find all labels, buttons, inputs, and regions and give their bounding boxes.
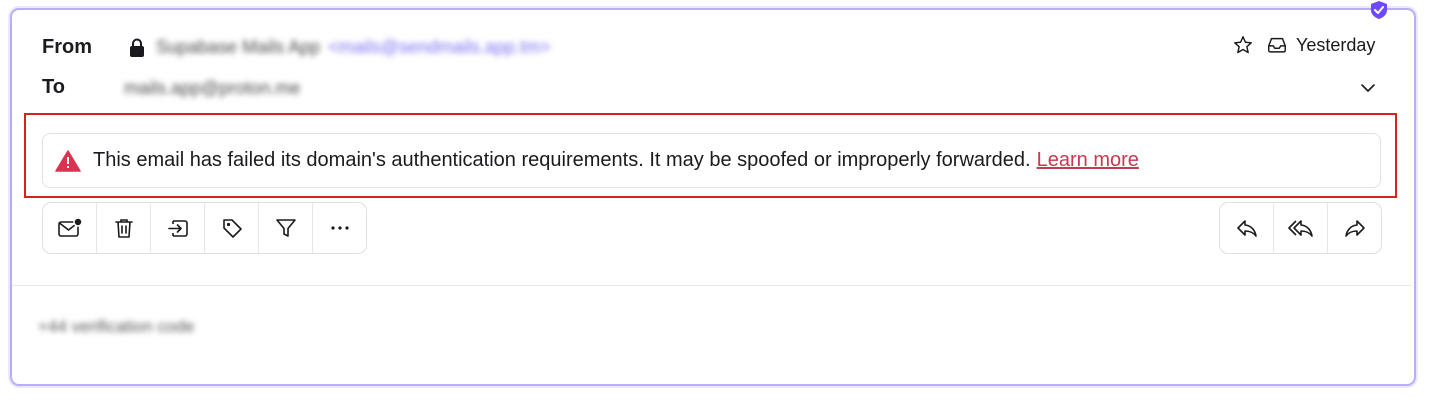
warning-message: This email has failed its domain's authe… — [93, 149, 1031, 171]
mark-unread-button[interactable] — [43, 203, 97, 253]
warning-icon — [55, 149, 81, 172]
learn-more-link[interactable]: Learn more — [1037, 149, 1139, 172]
to-label: To — [42, 76, 65, 98]
sender[interactable]: Supabase Mails App <mails@sendmails.app.… — [128, 37, 550, 58]
filter-icon — [275, 217, 297, 239]
reply-all-button[interactable] — [1274, 203, 1328, 253]
trash-icon — [113, 217, 135, 239]
spoof-warning-banner: This email has failed its domain's authe… — [42, 133, 1381, 188]
forward-icon — [1343, 217, 1367, 239]
move-to-icon — [166, 217, 190, 239]
more-icon — [329, 217, 351, 239]
header-divider — [12, 285, 1412, 286]
to-row: To — [42, 76, 65, 99]
header-actions: Yesterday — [1232, 34, 1375, 56]
message-date: Yesterday — [1296, 34, 1376, 55]
trash-button[interactable] — [97, 203, 151, 253]
label-tag-icon — [221, 217, 243, 239]
inbox-icon — [1266, 34, 1288, 56]
message-body: +44 verification code — [38, 317, 195, 336]
recipient[interactable]: mails.app@proton.me — [124, 78, 300, 99]
reply-all-icon — [1287, 217, 1314, 239]
more-button[interactable] — [313, 203, 366, 253]
recipient-email: mails.app@proton.me — [124, 78, 301, 98]
mark-unread-icon — [57, 217, 83, 239]
from-row: From — [42, 36, 92, 59]
filter-button[interactable] — [259, 203, 313, 253]
label-button[interactable] — [205, 203, 259, 253]
reply-toolbar — [1219, 202, 1382, 254]
message-actions-toolbar — [42, 202, 367, 254]
lock-icon — [128, 38, 146, 58]
star-icon[interactable] — [1232, 34, 1254, 56]
sender-email: <mails@sendmails.app.tm> — [328, 37, 551, 57]
verified-shield-icon — [1369, 0, 1389, 20]
move-to-button[interactable] — [151, 203, 205, 253]
reply-button[interactable] — [1220, 203, 1274, 253]
sender-name: Supabase Mails App — [156, 37, 321, 57]
reply-icon — [1235, 217, 1259, 239]
from-label: From — [42, 36, 92, 58]
expand-details-button[interactable] — [1358, 78, 1378, 98]
forward-button[interactable] — [1328, 203, 1381, 253]
chevron-down-icon — [1358, 78, 1378, 98]
